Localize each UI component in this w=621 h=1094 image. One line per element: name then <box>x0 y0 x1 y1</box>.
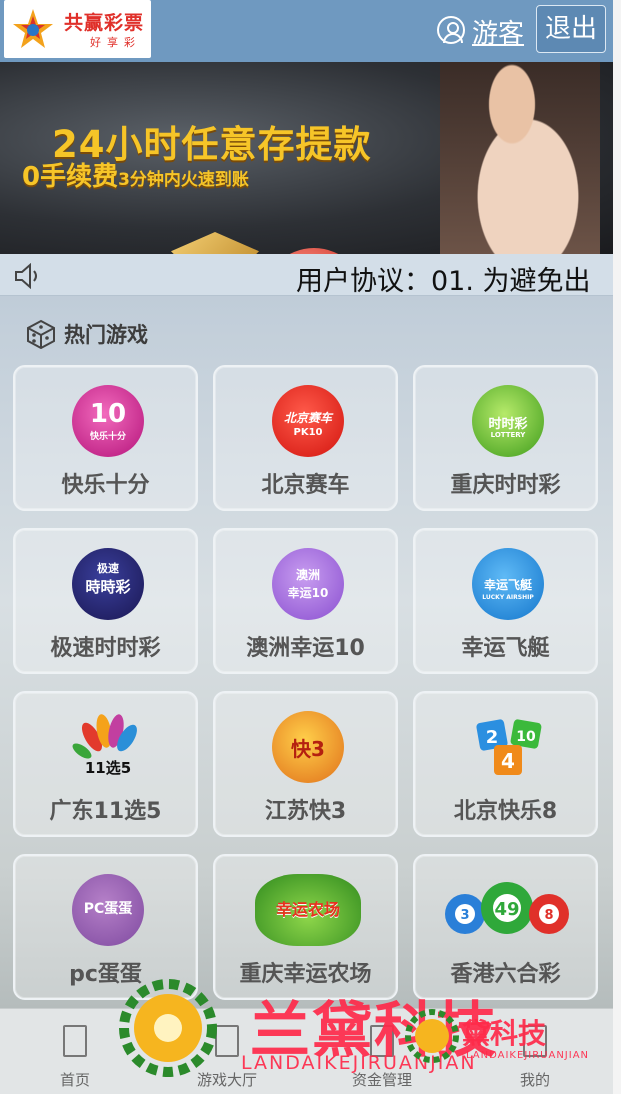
icon-pretext: 澳洲 <box>295 568 320 582</box>
guest-link[interactable]: 游客 <box>472 13 524 50</box>
game-card-aozhou-xingyun10[interactable]: 澳洲 幸运10 澳洲幸运10 <box>213 528 398 674</box>
game-card-chongqing-xingyun-nongchang[interactable]: 幸运农场 重庆幸运农场 <box>213 854 398 1000</box>
icon-text: 幸运10 <box>287 586 329 600</box>
game-label: 澳洲幸运10 <box>246 636 365 661</box>
banner-subheadline: 0手续费3分钟内火速到账 <box>22 156 249 193</box>
game-label: 广东11选5 <box>49 799 162 824</box>
game-label: 极速时时彩 <box>50 636 161 661</box>
icon-text: 幸运农场 <box>275 900 340 919</box>
funds-icon <box>370 1025 394 1057</box>
game-label: 北京快乐8 <box>453 799 558 824</box>
game-label: pc蛋蛋 <box>69 962 142 987</box>
icon-text: PC蛋蛋 <box>83 901 133 917</box>
jisu-shishicai-icon: 极速 時時彩 <box>72 548 144 620</box>
chongqing-shishicai-icon: 时时彩 LOTTERY <box>472 385 544 457</box>
game-card-beijing-kuaile8[interactable]: 2 10 4 北京快乐8 <box>413 691 598 837</box>
top-header: 共赢彩票 好享彩 游客 退出 <box>0 0 613 62</box>
nav-item-mine[interactable]: 我的 <box>475 1009 595 1094</box>
dice-icon <box>27 319 55 349</box>
nav-label: 游戏大厅 <box>196 1071 257 1089</box>
game-card-jiangsu-kuai3[interactable]: 快3 江苏快3 <box>213 691 398 837</box>
aozhou-xingyun10-icon: 澳洲 幸运10 <box>272 548 344 620</box>
game-hall-icon <box>215 1025 239 1057</box>
game-label: 重庆时时彩 <box>450 473 561 498</box>
logo-name: 共赢彩票 <box>64 12 145 34</box>
logout-button[interactable]: 退出 <box>536 5 606 53</box>
chongqing-xingyun-nongchang-icon: 幸运农场 <box>255 874 361 946</box>
icon-text: 快3 <box>291 737 325 761</box>
beijing-kuaile8-icon: 2 10 4 <box>476 719 542 775</box>
game-label: 快乐十分 <box>61 473 150 498</box>
promo-banner[interactable]: 24小时任意存提款 0手续费3分钟内火速到账 15 <box>0 62 613 254</box>
svg-text:3: 3 <box>460 908 469 923</box>
xianggang-liuhecai-icon: 3 49 8 <box>445 882 569 934</box>
icon-subtext: PK10 <box>293 427 323 438</box>
beijing-saiche-icon: 北京赛车 PK10 <box>272 385 344 457</box>
icon-text: 11选5 <box>85 759 131 777</box>
game-card-kuaile-shifen[interactable]: 快乐十分 10 快乐十分 <box>13 365 198 511</box>
site-logo[interactable]: 共赢彩票 好享彩 <box>4 0 151 58</box>
game-card-beijing-saiche[interactable]: 北京赛车 PK10 北京赛车 <box>213 365 398 511</box>
app-root: 共赢彩票 好享彩 游客 退出 24小时任意存提款 0手续费3分钟内火速到账 15… <box>0 0 613 1094</box>
kuaile-shifen-icon: 快乐十分 10 <box>72 385 144 457</box>
notice-marquee-text: 用户协议：01. 为避免出 <box>296 266 591 297</box>
game-label: 香港六合彩 <box>450 962 561 987</box>
svg-text:4: 4 <box>501 749 515 773</box>
notice-bar[interactable]: 用户协议：01. 为避免出 <box>0 254 613 297</box>
game-label: 江苏快3 <box>264 799 347 824</box>
speaker-icon <box>15 263 37 289</box>
banner-model-image <box>440 62 600 254</box>
game-card-jisu-shishicai[interactable]: 极速 時時彩 极速时时彩 <box>13 528 198 674</box>
game-card-pc-dandan[interactable]: PC蛋蛋 pc蛋蛋 <box>13 854 198 1000</box>
home-icon <box>63 1025 87 1057</box>
nav-label: 首页 <box>59 1071 90 1089</box>
logo-subtitle: 好享彩 <box>90 36 141 49</box>
game-label: 北京赛车 <box>261 473 350 498</box>
banner-fee-text: 0手续费 <box>22 162 119 192</box>
icon-text: 时时彩 <box>488 417 528 432</box>
nav-item-game-hall[interactable]: 游戏大厅 <box>167 1009 287 1094</box>
game-card-xianggang-liuhecai[interactable]: 3 49 8 香港六合彩 <box>413 854 598 1000</box>
pc-dandan-icon: PC蛋蛋 <box>72 874 144 946</box>
icon-text: 幸运飞艇 <box>483 578 532 592</box>
icon-text: 快乐十分 <box>89 432 126 442</box>
jiangsu-kuai3-icon: 快3 <box>272 711 344 783</box>
hot-games-title: 热门游戏 <box>64 323 148 347</box>
svg-text:10: 10 <box>516 729 536 745</box>
icon-number: 10 <box>89 399 127 429</box>
icon-subtext: LUCKY AIRSHIP <box>482 594 534 601</box>
icon-text: 北京赛车 <box>283 411 332 425</box>
svg-text:8: 8 <box>544 908 553 923</box>
user-profile-icon <box>523 1025 547 1057</box>
game-card-chongqing-shishicai[interactable]: 时时彩 LOTTERY 重庆时时彩 <box>413 365 598 511</box>
icon-subtext: LOTTERY <box>490 431 526 439</box>
hot-games-heading: 热门游戏 <box>26 316 148 352</box>
xingyun-feiting-icon: 幸运飞艇 LUCKY AIRSHIP <box>472 548 544 620</box>
diamond-image <box>171 232 259 254</box>
svg-text:49: 49 <box>494 899 519 920</box>
banner-speed-text: 3分钟内火速到账 <box>118 170 249 190</box>
game-card-xingyun-feiting[interactable]: 幸运飞艇 LUCKY AIRSHIP 幸运飞艇 <box>413 528 598 674</box>
icon-text: 時時彩 <box>85 578 131 596</box>
nav-label: 我的 <box>519 1071 550 1089</box>
game-label: 幸运飞艇 <box>461 636 550 661</box>
game-label: 重庆幸运农场 <box>239 962 372 987</box>
nav-item-home[interactable]: 首页 <box>15 1009 135 1094</box>
game-card-guangdong-11xuan5[interactable]: 11选5 广东11选5 <box>13 691 198 837</box>
logo-star-icon <box>13 9 53 48</box>
bottom-nav: 首页 游戏大厅 资金管理 我的 <box>0 1008 613 1094</box>
svg-text:2: 2 <box>486 727 499 748</box>
right-gutter <box>613 0 621 1094</box>
user-icon[interactable] <box>437 16 465 44</box>
guangdong-11xuan5-icon: 11选5 <box>72 714 137 777</box>
icon-pretext: 极速 <box>97 562 119 575</box>
